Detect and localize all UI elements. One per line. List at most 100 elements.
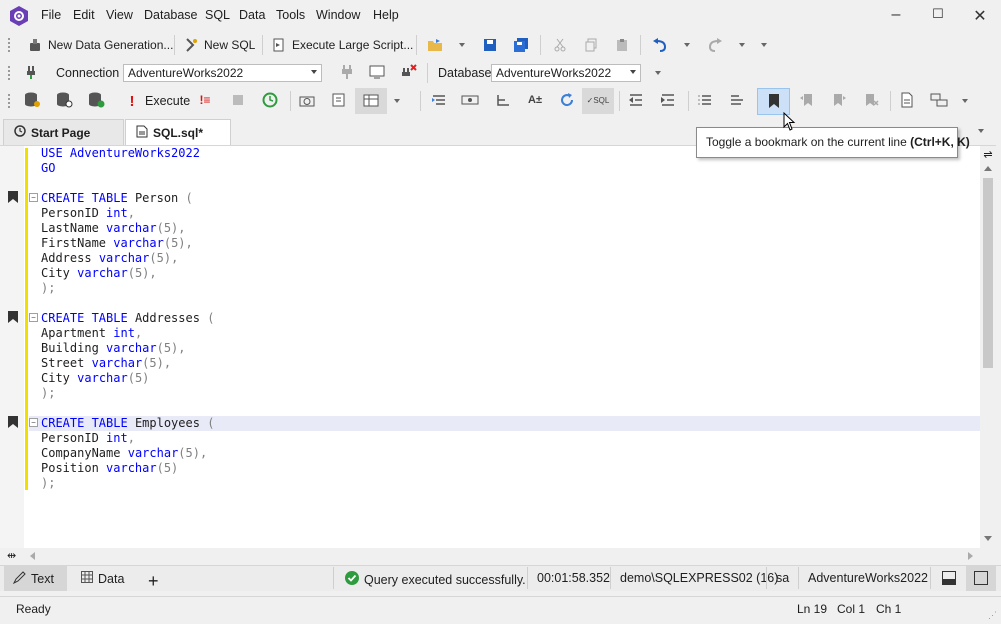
db-check-icon[interactable]	[87, 91, 105, 109]
menu-window[interactable]: Window	[316, 8, 360, 22]
tab-list-dropdown-icon[interactable]	[978, 129, 984, 133]
close-button[interactable]: ✕	[970, 6, 990, 26]
tab-start-page[interactable]: Start Page	[3, 119, 124, 145]
undo-dropdown-icon[interactable]	[684, 43, 690, 47]
save-all-icon[interactable]	[512, 36, 530, 54]
undo-icon[interactable]	[651, 36, 669, 54]
editor-gutter[interactable]	[0, 146, 24, 548]
tab-sql-document[interactable]: SQL.sql*	[125, 119, 231, 145]
toolbar-overflow-icon[interactable]	[761, 43, 767, 47]
resize-grip-icon[interactable]: ⋰	[988, 610, 997, 621]
panel-maximize-icon[interactable]	[974, 571, 988, 588]
new-data-generation-button[interactable]: New Data Generation...	[26, 34, 173, 56]
plug-icon[interactable]	[338, 63, 356, 81]
redo-icon[interactable]	[706, 36, 724, 54]
bookmark-icon[interactable]	[8, 416, 18, 428]
copy-icon[interactable]	[582, 36, 600, 54]
code-line: CREATE TABLE Person (	[41, 191, 193, 206]
results-dropdown-icon[interactable]	[394, 99, 400, 103]
menu-data[interactable]: Data	[239, 8, 265, 22]
toolbar-grip[interactable]	[8, 66, 11, 80]
code-line: FirstName varchar(5),	[41, 236, 193, 251]
clear-bookmarks-icon[interactable]	[862, 91, 880, 109]
status-line: Ln 19	[797, 602, 828, 616]
split-horizontal-icon[interactable]: ⇹	[7, 549, 16, 562]
refresh-icon[interactable]	[558, 91, 576, 109]
tab-text-results[interactable]: Text	[12, 571, 54, 587]
redo-dropdown-icon[interactable]	[739, 43, 745, 47]
code-token: (5)	[178, 446, 200, 460]
execute-large-script-button[interactable]: Execute Large Script...	[270, 34, 413, 56]
case-icon[interactable]: A±	[526, 91, 544, 109]
split-view-icon[interactable]: ⇌	[982, 148, 994, 161]
stop-icon[interactable]	[229, 91, 247, 109]
toolbar-overflow-icon[interactable]	[655, 71, 661, 75]
add-results-tab-button[interactable]: +	[148, 571, 159, 592]
results-separator	[333, 567, 334, 589]
menu-database[interactable]: Database	[144, 8, 198, 22]
database-name: AdventureWorks2022	[808, 571, 928, 585]
horizontal-scrollbar[interactable]	[0, 548, 996, 563]
menu-view[interactable]: View	[106, 8, 133, 22]
menu-sql[interactable]: SQL	[205, 8, 230, 22]
new-sql-icon	[182, 36, 200, 54]
format-icon[interactable]	[430, 91, 448, 109]
open-file-icon[interactable]	[426, 36, 444, 54]
indent-icon[interactable]	[659, 91, 677, 109]
bookmark-icon[interactable]	[8, 311, 18, 323]
new-sql-button[interactable]: New SQL	[182, 34, 255, 56]
db-refresh-icon[interactable]	[55, 91, 73, 109]
chevron-down-icon	[630, 70, 636, 74]
vertical-scroll-thumb[interactable]	[983, 178, 993, 368]
outdent-icon[interactable]	[627, 91, 645, 109]
code-token: (5)	[156, 341, 179, 355]
fold-toggle[interactable]: −	[29, 418, 38, 427]
query-profiler-icon[interactable]	[298, 91, 316, 109]
toolbar-overflow-icon[interactable]	[962, 99, 968, 103]
disconnect-icon[interactable]	[400, 63, 418, 81]
query-plan-icon[interactable]	[330, 91, 348, 109]
results-grid-icon[interactable]	[362, 91, 380, 109]
scroll-left-icon[interactable]	[30, 552, 35, 560]
comment-icon[interactable]	[696, 91, 714, 109]
menu-tools[interactable]: Tools	[276, 8, 305, 22]
connection-select[interactable]: AdventureWorks2022	[123, 64, 322, 82]
panel-bottom-icon[interactable]	[942, 571, 956, 588]
scroll-down-icon[interactable]	[984, 536, 992, 541]
paste-icon[interactable]	[613, 36, 631, 54]
code-token: (	[185, 191, 193, 205]
toolbar-grip[interactable]	[8, 38, 11, 52]
maximize-button[interactable]: ☐	[928, 6, 948, 26]
next-bookmark-icon[interactable]	[830, 91, 848, 109]
minimize-button[interactable]: –	[886, 6, 906, 26]
history-icon[interactable]	[261, 91, 279, 109]
open-dropdown-icon[interactable]	[459, 43, 465, 47]
fold-toggle[interactable]: −	[29, 193, 38, 202]
outline-icon[interactable]	[494, 91, 512, 109]
execute-button[interactable]: ! Execute	[123, 90, 191, 112]
parameters-icon[interactable]	[461, 91, 479, 109]
execute-label: Execute	[145, 94, 191, 108]
prev-bookmark-icon[interactable]	[798, 91, 816, 109]
scroll-right-icon[interactable]	[968, 552, 973, 560]
cut-icon[interactable]	[551, 36, 569, 54]
scroll-up-icon[interactable]	[984, 166, 992, 171]
connection-icon[interactable]	[24, 63, 42, 81]
db-settings-icon[interactable]	[23, 91, 41, 109]
menu-file[interactable]: File	[41, 8, 61, 22]
tab-data-results[interactable]: Data	[81, 571, 124, 586]
layout-icon[interactable]	[930, 91, 948, 109]
execute-to-cursor-icon[interactable]: !≡	[196, 91, 214, 109]
sql-check-icon[interactable]: ✓SQL	[587, 91, 610, 109]
menu-edit[interactable]: Edit	[73, 8, 95, 22]
code-token: (5)	[142, 356, 164, 370]
fold-toggle[interactable]: −	[29, 313, 38, 322]
bookmark-icon[interactable]	[8, 191, 18, 203]
change-connection-icon[interactable]	[368, 63, 386, 81]
document-icon[interactable]	[898, 91, 916, 109]
uncomment-icon[interactable]	[728, 91, 746, 109]
menu-help[interactable]: Help	[373, 8, 399, 22]
save-icon[interactable]	[481, 36, 499, 54]
database-select[interactable]: AdventureWorks2022	[491, 64, 641, 82]
toolbar-grip[interactable]	[8, 94, 11, 108]
